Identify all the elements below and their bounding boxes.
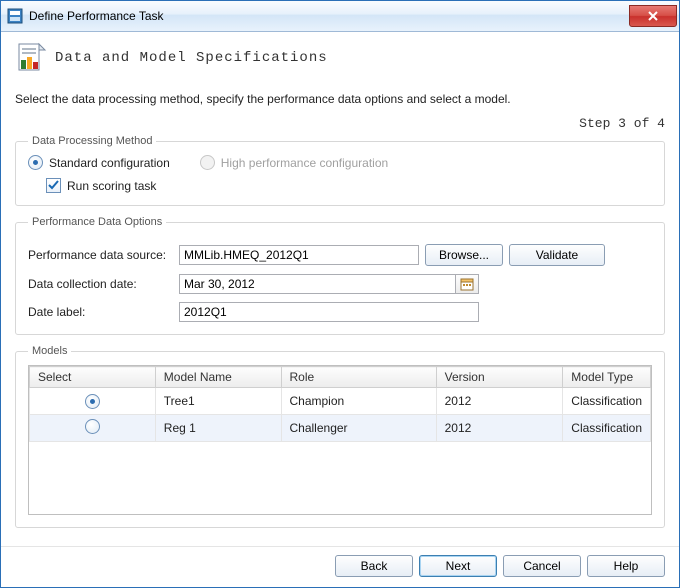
page-title: Data and Model Specifications bbox=[55, 50, 328, 66]
col-version[interactable]: Version bbox=[436, 367, 563, 388]
collection-date-input[interactable] bbox=[179, 274, 455, 294]
col-select[interactable]: Select bbox=[30, 367, 156, 388]
close-button[interactable] bbox=[629, 5, 677, 27]
performance-data-legend: Performance Data Options bbox=[28, 216, 166, 228]
calendar-icon bbox=[460, 277, 474, 291]
radio-icon bbox=[28, 155, 43, 170]
standard-config-radio[interactable]: Standard configuration bbox=[28, 155, 170, 170]
dialog-window: Define Performance Task Data and Model S… bbox=[0, 0, 680, 588]
performance-data-group: Performance Data Options Performance dat… bbox=[15, 216, 665, 335]
radio-icon bbox=[200, 155, 215, 170]
window-title: Define Performance Task bbox=[29, 9, 629, 23]
cell-name: Reg 1 bbox=[155, 415, 281, 442]
cell-type: Classification bbox=[563, 415, 651, 442]
app-icon bbox=[7, 8, 23, 24]
run-scoring-label: Run scoring task bbox=[67, 179, 156, 193]
cancel-button[interactable]: Cancel bbox=[503, 555, 581, 577]
checkbox-icon bbox=[46, 178, 61, 193]
wizard-buttons: Back Next Cancel Help bbox=[1, 546, 679, 587]
cell-role: Champion bbox=[281, 388, 436, 415]
cell-version: 2012 bbox=[436, 415, 563, 442]
col-type[interactable]: Model Type bbox=[563, 367, 651, 388]
browse-button[interactable]: Browse... bbox=[425, 244, 503, 266]
data-processing-group: Data Processing Method Standard configur… bbox=[15, 135, 665, 206]
cell-name: Tree1 bbox=[155, 388, 281, 415]
document-icon bbox=[15, 42, 47, 74]
help-button[interactable]: Help bbox=[587, 555, 665, 577]
back-button[interactable]: Back bbox=[335, 555, 413, 577]
row-select-radio[interactable] bbox=[85, 419, 100, 434]
date-label-label: Date label: bbox=[28, 305, 173, 319]
perf-source-input[interactable] bbox=[179, 245, 419, 265]
calendar-button[interactable] bbox=[455, 274, 479, 294]
high-perf-config-label: High performance configuration bbox=[221, 156, 388, 170]
step-indicator: Step 3 of 4 bbox=[15, 116, 665, 131]
data-processing-legend: Data Processing Method bbox=[28, 135, 156, 147]
col-name[interactable]: Model Name bbox=[155, 367, 281, 388]
date-label-input[interactable] bbox=[179, 302, 479, 322]
page-subtitle: Select the data processing method, speci… bbox=[15, 92, 665, 106]
next-button[interactable]: Next bbox=[419, 555, 497, 577]
perf-source-label: Performance data source: bbox=[28, 248, 173, 262]
page-header: Data and Model Specifications bbox=[15, 42, 665, 74]
standard-config-label: Standard configuration bbox=[49, 156, 170, 170]
row-select-radio[interactable] bbox=[85, 394, 100, 409]
models-group: Models Select Model Name Role Version Mo… bbox=[15, 345, 665, 528]
table-row[interactable]: Tree1 Champion 2012 Classification bbox=[30, 388, 651, 415]
cell-version: 2012 bbox=[436, 388, 563, 415]
table-row[interactable]: Reg 1 Challenger 2012 Classification bbox=[30, 415, 651, 442]
col-role[interactable]: Role bbox=[281, 367, 436, 388]
collection-date-label: Data collection date: bbox=[28, 277, 173, 291]
cell-role: Challenger bbox=[281, 415, 436, 442]
high-perf-config-radio: High performance configuration bbox=[200, 155, 388, 170]
models-table-container: Select Model Name Role Version Model Typ… bbox=[28, 365, 652, 515]
cell-type: Classification bbox=[563, 388, 651, 415]
validate-button[interactable]: Validate bbox=[509, 244, 605, 266]
content-area: Data and Model Specifications Select the… bbox=[1, 32, 679, 546]
run-scoring-checkbox[interactable]: Run scoring task bbox=[46, 178, 652, 193]
title-bar: Define Performance Task bbox=[1, 1, 679, 32]
models-legend: Models bbox=[28, 345, 71, 357]
models-table: Select Model Name Role Version Model Typ… bbox=[29, 366, 651, 442]
